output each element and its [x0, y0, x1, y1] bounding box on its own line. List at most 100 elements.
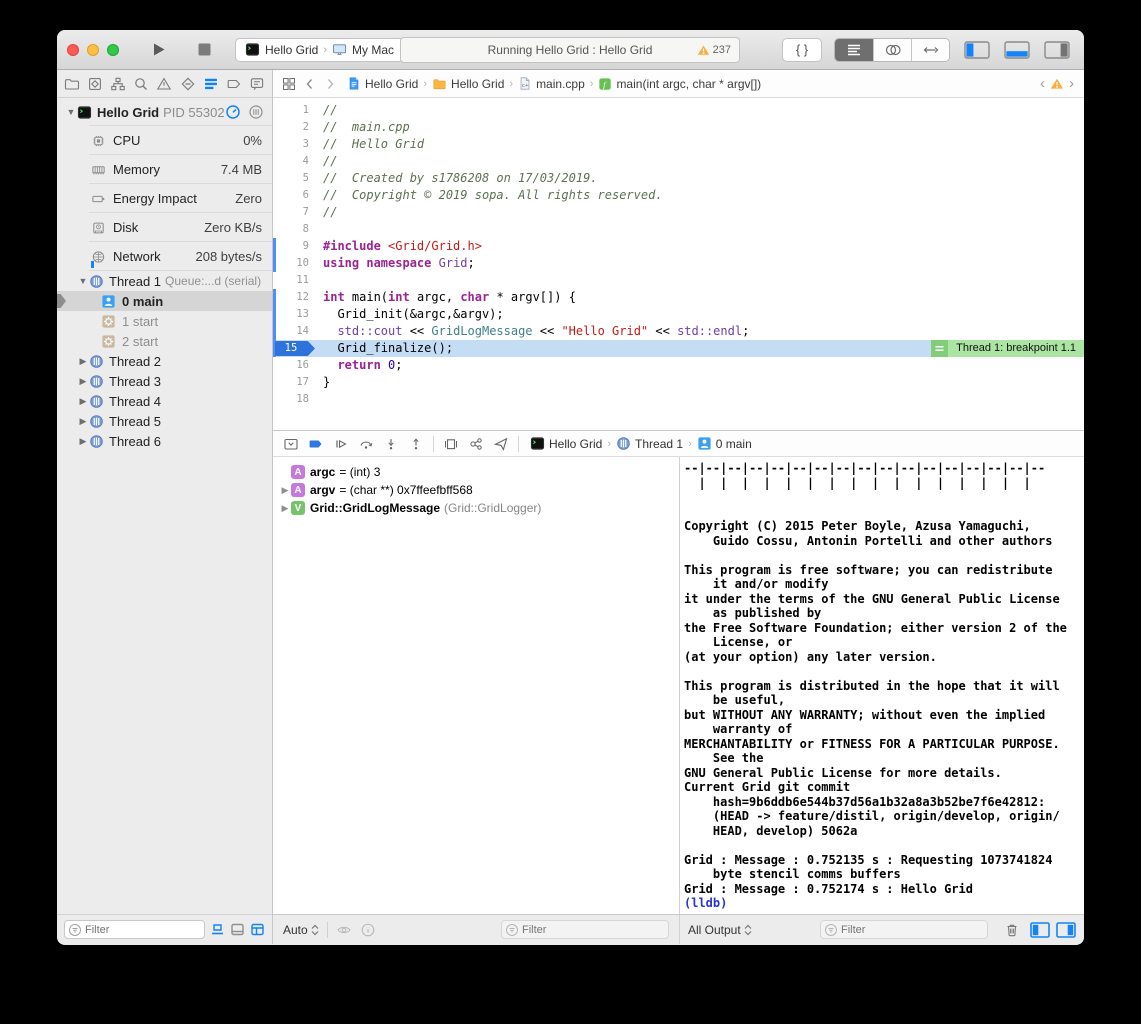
line-number[interactable]: 1 — [273, 102, 309, 119]
step-out-button[interactable] — [408, 436, 424, 452]
toggle-inspector-button[interactable] — [1042, 39, 1072, 61]
code-line-10[interactable]: 10using namespace Grid; — [273, 255, 1084, 272]
symbol-navigator-tab[interactable] — [110, 74, 126, 94]
filter-input[interactable] — [501, 920, 669, 939]
code-line-13[interactable]: 13 Grid_init(&argc,&argv); — [273, 306, 1084, 323]
gauge-row-cpu[interactable]: CPU0% — [57, 126, 272, 155]
line-number[interactable]: 17 — [273, 374, 309, 391]
line-number[interactable]: 3 — [273, 136, 309, 153]
breakpoint-navigator-tab[interactable] — [226, 74, 242, 94]
code-line-1[interactable]: 1// — [273, 102, 1084, 119]
debug-crumb-2[interactable]: 0 main — [697, 436, 752, 451]
test-navigator-tab[interactable] — [180, 74, 196, 94]
disclosure-triangle-icon[interactable]: ▶ — [77, 376, 89, 387]
line-number[interactable]: 11 — [273, 272, 309, 289]
debug-filter-toggle-c[interactable] — [250, 922, 265, 937]
related-items-icon[interactable] — [281, 76, 297, 92]
filter-input[interactable] — [64, 920, 205, 939]
info-icon[interactable] — [360, 922, 376, 938]
variables-view[interactable]: Aargc= (int) 3▶Aargv= (char **) 0x7ffeef… — [273, 457, 680, 914]
line-number[interactable]: 4 — [273, 153, 309, 170]
gauge-row-disk[interactable]: DiskZero KB/s — [57, 213, 272, 242]
console-scope-popup[interactable]: All Output — [688, 923, 752, 937]
minimize-window-button[interactable] — [87, 44, 99, 56]
line-number[interactable]: 13 — [273, 306, 309, 323]
breakpoint-annotation[interactable]: Thread 1: breakpoint 1.1 — [931, 340, 1084, 357]
thread-row-thread-6[interactable]: ▶Thread 6 — [57, 431, 272, 451]
disclosure-triangle-icon[interactable]: ▶ — [77, 396, 89, 407]
jumpbar-crumb-3[interactable]: fmain(int argc, char * argv[]) — [598, 77, 761, 91]
thread-row-thread-1[interactable]: ▼Thread 1Queue:...d (serial) — [57, 271, 272, 291]
debug-filter-toggle-b[interactable] — [230, 922, 245, 937]
step-over-button[interactable] — [358, 436, 374, 452]
disclosure-triangle-icon[interactable]: ▼ — [65, 107, 77, 117]
clear-console-button[interactable] — [1004, 922, 1020, 938]
go-back-button[interactable] — [303, 77, 317, 91]
variable-row-argv[interactable]: ▶Aargv= (char **) 0x7ffeefbff568 — [273, 481, 679, 499]
gauge-row-energy-impact[interactable]: Energy ImpactZero — [57, 184, 272, 213]
console-view[interactable]: --|--|--|--|--|--|--|--|--|--|--|--|--|-… — [680, 457, 1084, 914]
standard-editor-button[interactable] — [835, 39, 873, 61]
source-control-navigator-tab[interactable] — [87, 74, 103, 94]
disclosure-triangle-icon[interactable]: ▶ — [77, 356, 89, 367]
view-hierarchy-button[interactable] — [443, 436, 459, 452]
issue-navigator-tab[interactable] — [156, 74, 172, 94]
code-line-11[interactable]: 11 — [273, 272, 1084, 289]
close-window-button[interactable] — [67, 44, 79, 56]
breakpoints-toggle-button[interactable] — [308, 436, 324, 452]
debug-filter-toggle-a[interactable] — [210, 922, 225, 937]
process-row[interactable]: ▼ Hello Grid PID 55302 — [57, 98, 272, 126]
step-into-button[interactable] — [383, 436, 399, 452]
line-number[interactable]: 6 — [273, 187, 309, 204]
thread-row-thread-2[interactable]: ▶Thread 2 — [57, 351, 272, 371]
run-button[interactable] — [141, 37, 175, 63]
variable-row-grid-gridlogmessage[interactable]: ▶VGrid::GridLogMessage(Grid::GridLogger) — [273, 499, 679, 517]
code-line-6[interactable]: 6// Copyright © 2019 sopa. All rights re… — [273, 187, 1084, 204]
project-navigator-tab[interactable] — [64, 74, 80, 94]
hide-debug-area-button[interactable] — [283, 436, 299, 452]
thread-row-thread-4[interactable]: ▶Thread 4 — [57, 391, 272, 411]
line-number[interactable]: 10 — [273, 255, 309, 272]
code-line-3[interactable]: 3// Hello Grid — [273, 136, 1084, 153]
gauge-dial-icon[interactable] — [225, 104, 241, 120]
code-line-5[interactable]: 5// Created by s1786208 on 17/03/2019. — [273, 170, 1084, 187]
thread-row-thread-5[interactable]: ▶Thread 5 — [57, 411, 272, 431]
code-line-2[interactable]: 2// main.cpp — [273, 119, 1084, 136]
code-line-15[interactable]: 15 Grid_finalize();Thread 1: breakpoint … — [273, 340, 1084, 357]
code-line-8[interactable]: 8 — [273, 221, 1084, 238]
line-number[interactable]: 18 — [273, 391, 309, 408]
code-line-7[interactable]: 7// — [273, 204, 1084, 221]
code-line-12[interactable]: 12int main(int argc, char * argv[]) { — [273, 289, 1084, 306]
jumpbar-crumb-2[interactable]: c+main.cpp — [518, 76, 585, 91]
variable-row-argc[interactable]: Aargc= (int) 3 — [273, 463, 679, 481]
code-line-14[interactable]: 14 std::cout << GridLogMessage << "Hello… — [273, 323, 1084, 340]
disclosure-triangle-icon[interactable]: ▶ — [279, 503, 291, 514]
gauge-row-memory[interactable]: Memory7.4 MB — [57, 155, 272, 184]
source-editor[interactable]: 1//2// main.cpp3// Hello Grid4//5// Crea… — [273, 98, 1084, 430]
stack-frame-1[interactable]: 1 start — [57, 311, 272, 331]
toggle-variables-view-button[interactable] — [1030, 922, 1050, 938]
jumpbar-crumb-1[interactable]: Hello Grid — [432, 77, 504, 91]
report-navigator-tab[interactable] — [249, 74, 265, 94]
disclosure-triangle-icon[interactable]: ▶ — [279, 485, 291, 496]
code-line-4[interactable]: 4// — [273, 153, 1084, 170]
previous-issue-button[interactable]: ‹ — [1040, 76, 1045, 91]
toggle-navigator-button[interactable] — [962, 39, 992, 61]
code-line-17[interactable]: 17} — [273, 374, 1084, 391]
memory-circle-icon[interactable] — [248, 104, 264, 120]
disclosure-triangle-icon[interactable]: ▶ — [77, 436, 89, 447]
stack-frame-2[interactable]: 2 start — [57, 331, 272, 351]
line-number[interactable]: 9 — [273, 238, 309, 255]
breakpoint-badge[interactable]: 15 — [275, 341, 315, 356]
line-number[interactable]: 2 — [273, 119, 309, 136]
toggle-debug-area-button[interactable] — [1002, 39, 1032, 61]
thread-row-thread-3[interactable]: ▶Thread 3 — [57, 371, 272, 391]
warning-badge[interactable]: 237 — [697, 44, 731, 56]
zoom-window-button[interactable] — [107, 44, 119, 56]
next-issue-button[interactable]: › — [1069, 76, 1074, 91]
code-line-16[interactable]: 16 return 0; — [273, 357, 1084, 374]
library-button[interactable]: { } — [782, 38, 822, 62]
stop-button[interactable] — [187, 37, 221, 63]
toggle-console-view-button[interactable] — [1056, 922, 1076, 938]
variables-scope-popup[interactable]: Auto — [283, 923, 319, 937]
